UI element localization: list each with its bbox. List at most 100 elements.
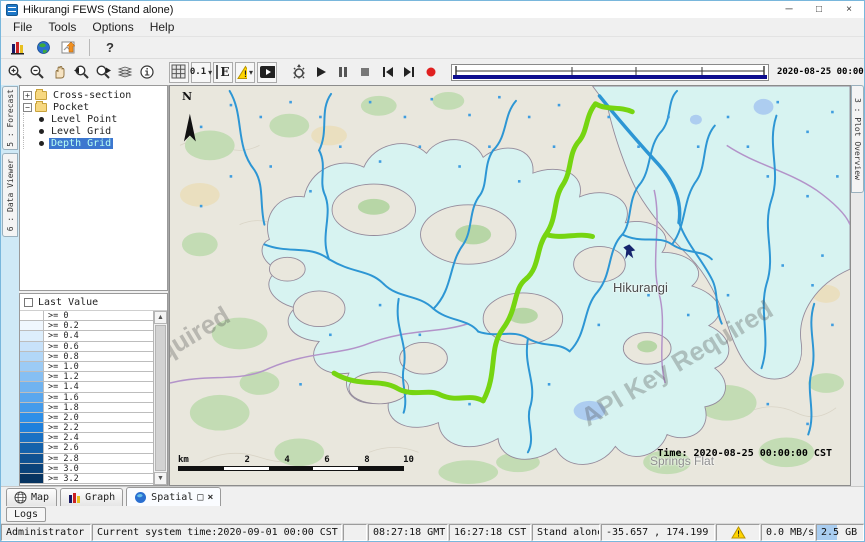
- map-toolbar: i 0.1 ▾ E ! ▾: [1, 59, 864, 85]
- logs-tab[interactable]: Logs: [6, 507, 46, 522]
- tree-item-cross-section[interactable]: + Cross-section: [23, 89, 167, 101]
- menu-tools[interactable]: Tools: [40, 19, 84, 35]
- legend-row[interactable]: >= 0.2: [20, 321, 153, 331]
- close-button[interactable]: ×: [834, 1, 864, 18]
- legend-row[interactable]: >= 3.0: [20, 464, 153, 474]
- data-viewer-panel: + Cross-section − Pocket Level Point: [19, 85, 169, 486]
- expand-icon[interactable]: +: [23, 91, 32, 100]
- timeseries-display-button[interactable]: [7, 38, 27, 58]
- pan-button[interactable]: [49, 62, 69, 82]
- scroll-thumb[interactable]: [155, 325, 166, 471]
- export-animation-button[interactable]: [289, 62, 309, 82]
- zoom-next-icon: [95, 64, 111, 80]
- legend-row-label: >= 0.2: [44, 321, 79, 330]
- spatial-display-button[interactable]: [33, 38, 53, 58]
- bar-chart-icon: [68, 491, 81, 504]
- tab-close-icon[interactable]: ×: [207, 492, 213, 503]
- tree-item-pocket[interactable]: − Pocket: [23, 101, 167, 113]
- tab-plot-overview[interactable]: 3 : Plot Overview: [851, 85, 864, 193]
- legend-color-swatch: [20, 413, 44, 422]
- zoom-out-button[interactable]: [27, 62, 47, 82]
- layers-button[interactable]: [115, 62, 135, 82]
- help-button[interactable]: ?: [100, 38, 120, 58]
- tree-item-depth-grid[interactable]: Depth Grid: [23, 137, 167, 149]
- info-button[interactable]: i: [137, 62, 157, 82]
- point-label-scale-button[interactable]: 0.1 ▾: [191, 62, 211, 83]
- legend-row[interactable]: >= 3.2: [20, 474, 153, 484]
- tab-spatial[interactable]: Spatial □ ×: [126, 487, 221, 506]
- pause-button[interactable]: [333, 62, 353, 82]
- legend-color-swatch: [20, 443, 44, 452]
- legend-color-swatch: [20, 372, 44, 381]
- legend-row[interactable]: >= 2.6: [20, 443, 153, 453]
- skip-end-icon: [403, 66, 416, 78]
- legend-toggle-button[interactable]: E: [213, 62, 233, 83]
- scroll-up-icon[interactable]: ▲: [154, 311, 167, 324]
- legend-row[interactable]: >= 1.8: [20, 403, 153, 413]
- movie-play-icon: [259, 65, 275, 79]
- animation-dialog-button[interactable]: [257, 62, 277, 83]
- legend-color-swatch: [20, 454, 44, 463]
- legend-row[interactable]: >= 2.0: [20, 413, 153, 423]
- grid-display-button[interactable]: [169, 62, 189, 83]
- legend-row[interactable]: >= 1.4: [20, 382, 153, 392]
- warning-triangle-icon: !: [731, 526, 746, 539]
- first-frame-button[interactable]: [377, 62, 397, 82]
- collapse-icon[interactable]: −: [23, 103, 32, 112]
- tab-graph[interactable]: Graph: [60, 488, 123, 506]
- tree-connector: [23, 137, 37, 149]
- tree-item-level-grid[interactable]: Level Grid: [23, 125, 167, 137]
- warning-threshold-button[interactable]: ! ▾: [235, 62, 255, 83]
- legend-row[interactable]: >= 0.4: [20, 331, 153, 341]
- tree-connector: [23, 125, 37, 137]
- zoom-next-button[interactable]: [93, 62, 113, 82]
- status-warning-cell[interactable]: !: [716, 524, 760, 541]
- legend-row[interactable]: >= 0.8: [20, 352, 153, 362]
- status-memory: 2.5 GB: [816, 524, 864, 541]
- legend-row[interactable]: >= 2.2: [20, 423, 153, 433]
- tree-item-level-point[interactable]: Level Point: [23, 113, 167, 125]
- menu-help[interactable]: Help: [142, 19, 183, 35]
- time-slider[interactable]: [451, 64, 769, 81]
- legend-row-label: >= 1.4: [44, 382, 79, 391]
- scale-unit: km: [178, 455, 210, 465]
- bullet-icon: [39, 129, 44, 134]
- menu-options[interactable]: Options: [84, 19, 141, 35]
- legend-row[interactable]: >= 2.4: [20, 433, 153, 443]
- zoom-previous-icon: [73, 64, 89, 80]
- maximize-button[interactable]: □: [804, 1, 834, 18]
- map-canvas[interactable]: N API Key Required API Key Required Hiku…: [169, 85, 851, 486]
- tab-data-viewer[interactable]: 6 : Data Viewer: [2, 153, 18, 237]
- zoom-in-button[interactable]: [5, 62, 25, 82]
- legend-row[interactable]: >= 0: [20, 311, 153, 321]
- play-button[interactable]: [311, 62, 331, 82]
- info-icon: i: [139, 64, 155, 80]
- zoom-previous-button[interactable]: [71, 62, 91, 82]
- tab-map[interactable]: Map: [6, 488, 57, 506]
- legend-color-swatch: [20, 311, 44, 320]
- legend-color-swatch: [20, 352, 44, 361]
- legend-row-label: >= 2.8: [44, 454, 79, 463]
- svg-text:i: i: [144, 68, 150, 79]
- minimize-button[interactable]: ─: [774, 1, 804, 18]
- stop-button[interactable]: [355, 62, 375, 82]
- legend-row[interactable]: >= 2.8: [20, 454, 153, 464]
- record-button[interactable]: [421, 62, 441, 82]
- legend-row[interactable]: >= 1.2: [20, 372, 153, 382]
- hand-icon: [51, 64, 67, 80]
- legend-row[interactable]: >= 1.0: [20, 362, 153, 372]
- legend-row[interactable]: >= 1.6: [20, 393, 153, 403]
- status-coordinates: -35.657 , 174.199: [601, 524, 715, 541]
- menu-file[interactable]: File: [5, 19, 40, 35]
- status-download-speed: 0.0 MB/s: [761, 524, 815, 541]
- tab-forecast[interactable]: 5 : Forecast: [2, 86, 18, 150]
- legend-row[interactable]: >= 0.6: [20, 342, 153, 352]
- tab-maximize-icon[interactable]: □: [197, 492, 203, 503]
- scroll-down-icon[interactable]: ▼: [154, 472, 167, 485]
- legend-scrollbar[interactable]: ▲ ▼: [153, 311, 167, 485]
- status-system-time: Current system time:2020-09-01 00:00 CST: [92, 524, 342, 541]
- last-value-checkbox[interactable]: [24, 298, 33, 307]
- chart-export-button[interactable]: [59, 38, 79, 58]
- chart-arrow-icon: [61, 40, 77, 55]
- last-frame-button[interactable]: [399, 62, 419, 82]
